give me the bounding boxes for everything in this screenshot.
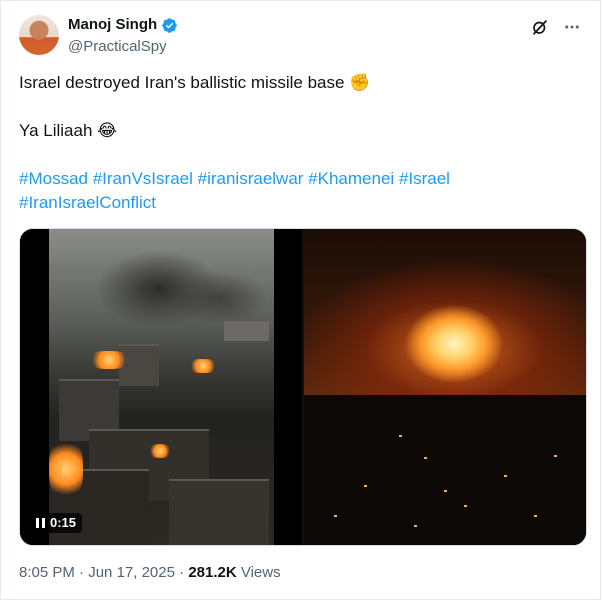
tweet-time[interactable]: 8:05 PM	[19, 564, 75, 581]
hashtag-link[interactable]: #Khamenei	[308, 169, 394, 188]
video-duration: 0:15	[50, 515, 77, 530]
author-handle[interactable]: @PracticalSpy	[68, 37, 167, 57]
tweet-card: Manoj Singh @PracticalSpy Israel destroy…	[0, 0, 601, 600]
views-count: 281.2K	[188, 564, 237, 581]
grok-icon[interactable]	[530, 17, 550, 37]
meta-separator: ·	[79, 564, 85, 581]
hashtag-link[interactable]: #iranisraelwar	[198, 169, 304, 188]
video-left-frame: 0:15	[20, 229, 302, 545]
meta-separator: ·	[179, 564, 185, 581]
author-name-row: Manoj Singh	[68, 15, 178, 35]
tweet-text: Israel destroyed Iran's ballistic missil…	[19, 71, 579, 215]
video-duration-badge[interactable]: 0:15	[30, 513, 83, 533]
city-skyline	[304, 395, 586, 545]
hashtag-link[interactable]: #Israel	[399, 169, 450, 188]
tweet-line-1: Israel destroyed Iran's ballistic missil…	[19, 73, 371, 92]
smoke-scene-image	[49, 229, 274, 545]
tweet-date[interactable]: Jun 17, 2025	[88, 564, 175, 581]
tweet-metadata: 8:05 PM · Jun 17, 2025 · 281.2K Views	[19, 563, 281, 583]
views-label: Views	[240, 564, 281, 581]
verified-badge-icon	[162, 17, 177, 33]
hashtag-list: #Mossad #IranVsIsrael #iranisraelwar #Kh…	[19, 167, 579, 215]
hashtag-link[interactable]: #IranIsraelConflict	[19, 193, 156, 212]
explosion-scene-image	[302, 229, 586, 545]
author-name[interactable]: Manoj Singh	[68, 15, 157, 35]
avatar[interactable]	[19, 15, 59, 55]
hashtag-link[interactable]: #IranVsIsrael	[93, 169, 193, 188]
hashtag-link[interactable]: #Mossad	[19, 169, 88, 188]
tweet-top-actions	[530, 17, 582, 37]
video-player[interactable]: 0:15	[19, 228, 587, 546]
more-icon[interactable]	[562, 17, 582, 37]
tweet-line-2: Ya Liliaah 😂	[19, 121, 117, 140]
pause-icon[interactable]	[36, 518, 45, 528]
